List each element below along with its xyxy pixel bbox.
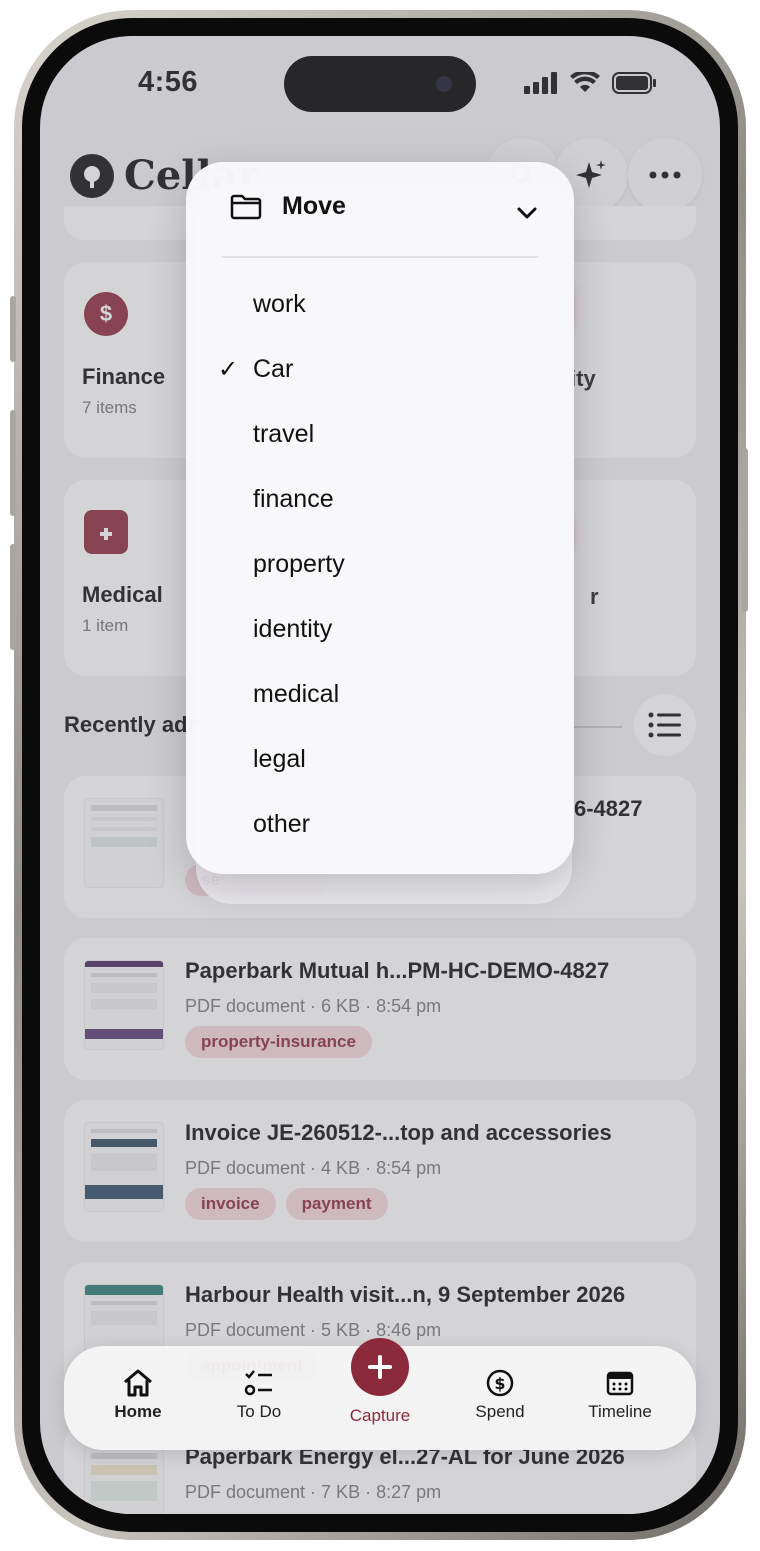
tab-home[interactable]: Home bbox=[88, 1366, 188, 1422]
menu-item-label: work bbox=[253, 290, 306, 318]
svg-text:$: $ bbox=[494, 1374, 505, 1393]
menu-item-identity[interactable]: identity bbox=[186, 601, 574, 661]
move-menu: Move work ✓ Car travel finance property i… bbox=[186, 162, 574, 874]
menu-item-medical[interactable]: medical bbox=[186, 666, 574, 726]
menu-item-legal[interactable]: legal bbox=[186, 731, 574, 791]
tab-spend[interactable]: $ Spend bbox=[450, 1366, 550, 1422]
menu-item-label: property bbox=[253, 550, 345, 578]
menu-item-label: medical bbox=[253, 680, 340, 708]
menu-item-label: identity bbox=[253, 615, 333, 643]
menu-item-property[interactable]: property bbox=[186, 536, 574, 596]
plus-icon bbox=[368, 1355, 392, 1379]
volume-up-button bbox=[10, 410, 16, 516]
move-label: Move bbox=[282, 192, 346, 220]
tab-label: Spend bbox=[475, 1402, 525, 1421]
move-menu-header[interactable]: Move bbox=[230, 192, 346, 221]
calendar-icon bbox=[606, 1371, 634, 1396]
capture-button[interactable] bbox=[351, 1338, 409, 1396]
volume-down-button bbox=[10, 544, 16, 650]
folder-icon bbox=[230, 194, 262, 219]
screen: 4:56 Cellar $ Finance 7 items ity Medica… bbox=[40, 36, 720, 1514]
menu-item-travel[interactable]: travel bbox=[186, 406, 574, 466]
dollar-circle-icon: $ bbox=[486, 1369, 514, 1397]
menu-item-label: Car bbox=[253, 355, 294, 383]
menu-item-other[interactable]: other bbox=[186, 796, 574, 856]
action-button bbox=[10, 296, 16, 362]
menu-item-car[interactable]: ✓ Car bbox=[186, 341, 574, 401]
tab-label: To Do bbox=[236, 1402, 282, 1421]
tab-label: Timeline bbox=[588, 1402, 652, 1421]
home-icon bbox=[124, 1369, 152, 1397]
menu-item-label: legal bbox=[253, 745, 306, 773]
menu-item-label: travel bbox=[253, 420, 315, 448]
capture-label[interactable]: Capture bbox=[330, 1406, 430, 1426]
menu-divider bbox=[222, 256, 538, 258]
chevron-down-icon[interactable] bbox=[516, 206, 538, 220]
tab-label: Home bbox=[114, 1402, 162, 1421]
menu-item-work[interactable]: work bbox=[186, 276, 574, 336]
menu-item-label: other bbox=[253, 810, 310, 838]
tab-bar: Home To Do Capture $ Spend Timeline bbox=[64, 1338, 696, 1450]
checklist-icon bbox=[244, 1370, 272, 1396]
menu-item-label: finance bbox=[253, 485, 334, 513]
menu-item-finance[interactable]: finance bbox=[186, 471, 574, 531]
checkmark-icon: ✓ bbox=[218, 356, 239, 383]
power-button bbox=[742, 448, 748, 612]
tab-todo[interactable]: To Do bbox=[209, 1366, 309, 1422]
tab-timeline[interactable]: Timeline bbox=[570, 1366, 670, 1422]
